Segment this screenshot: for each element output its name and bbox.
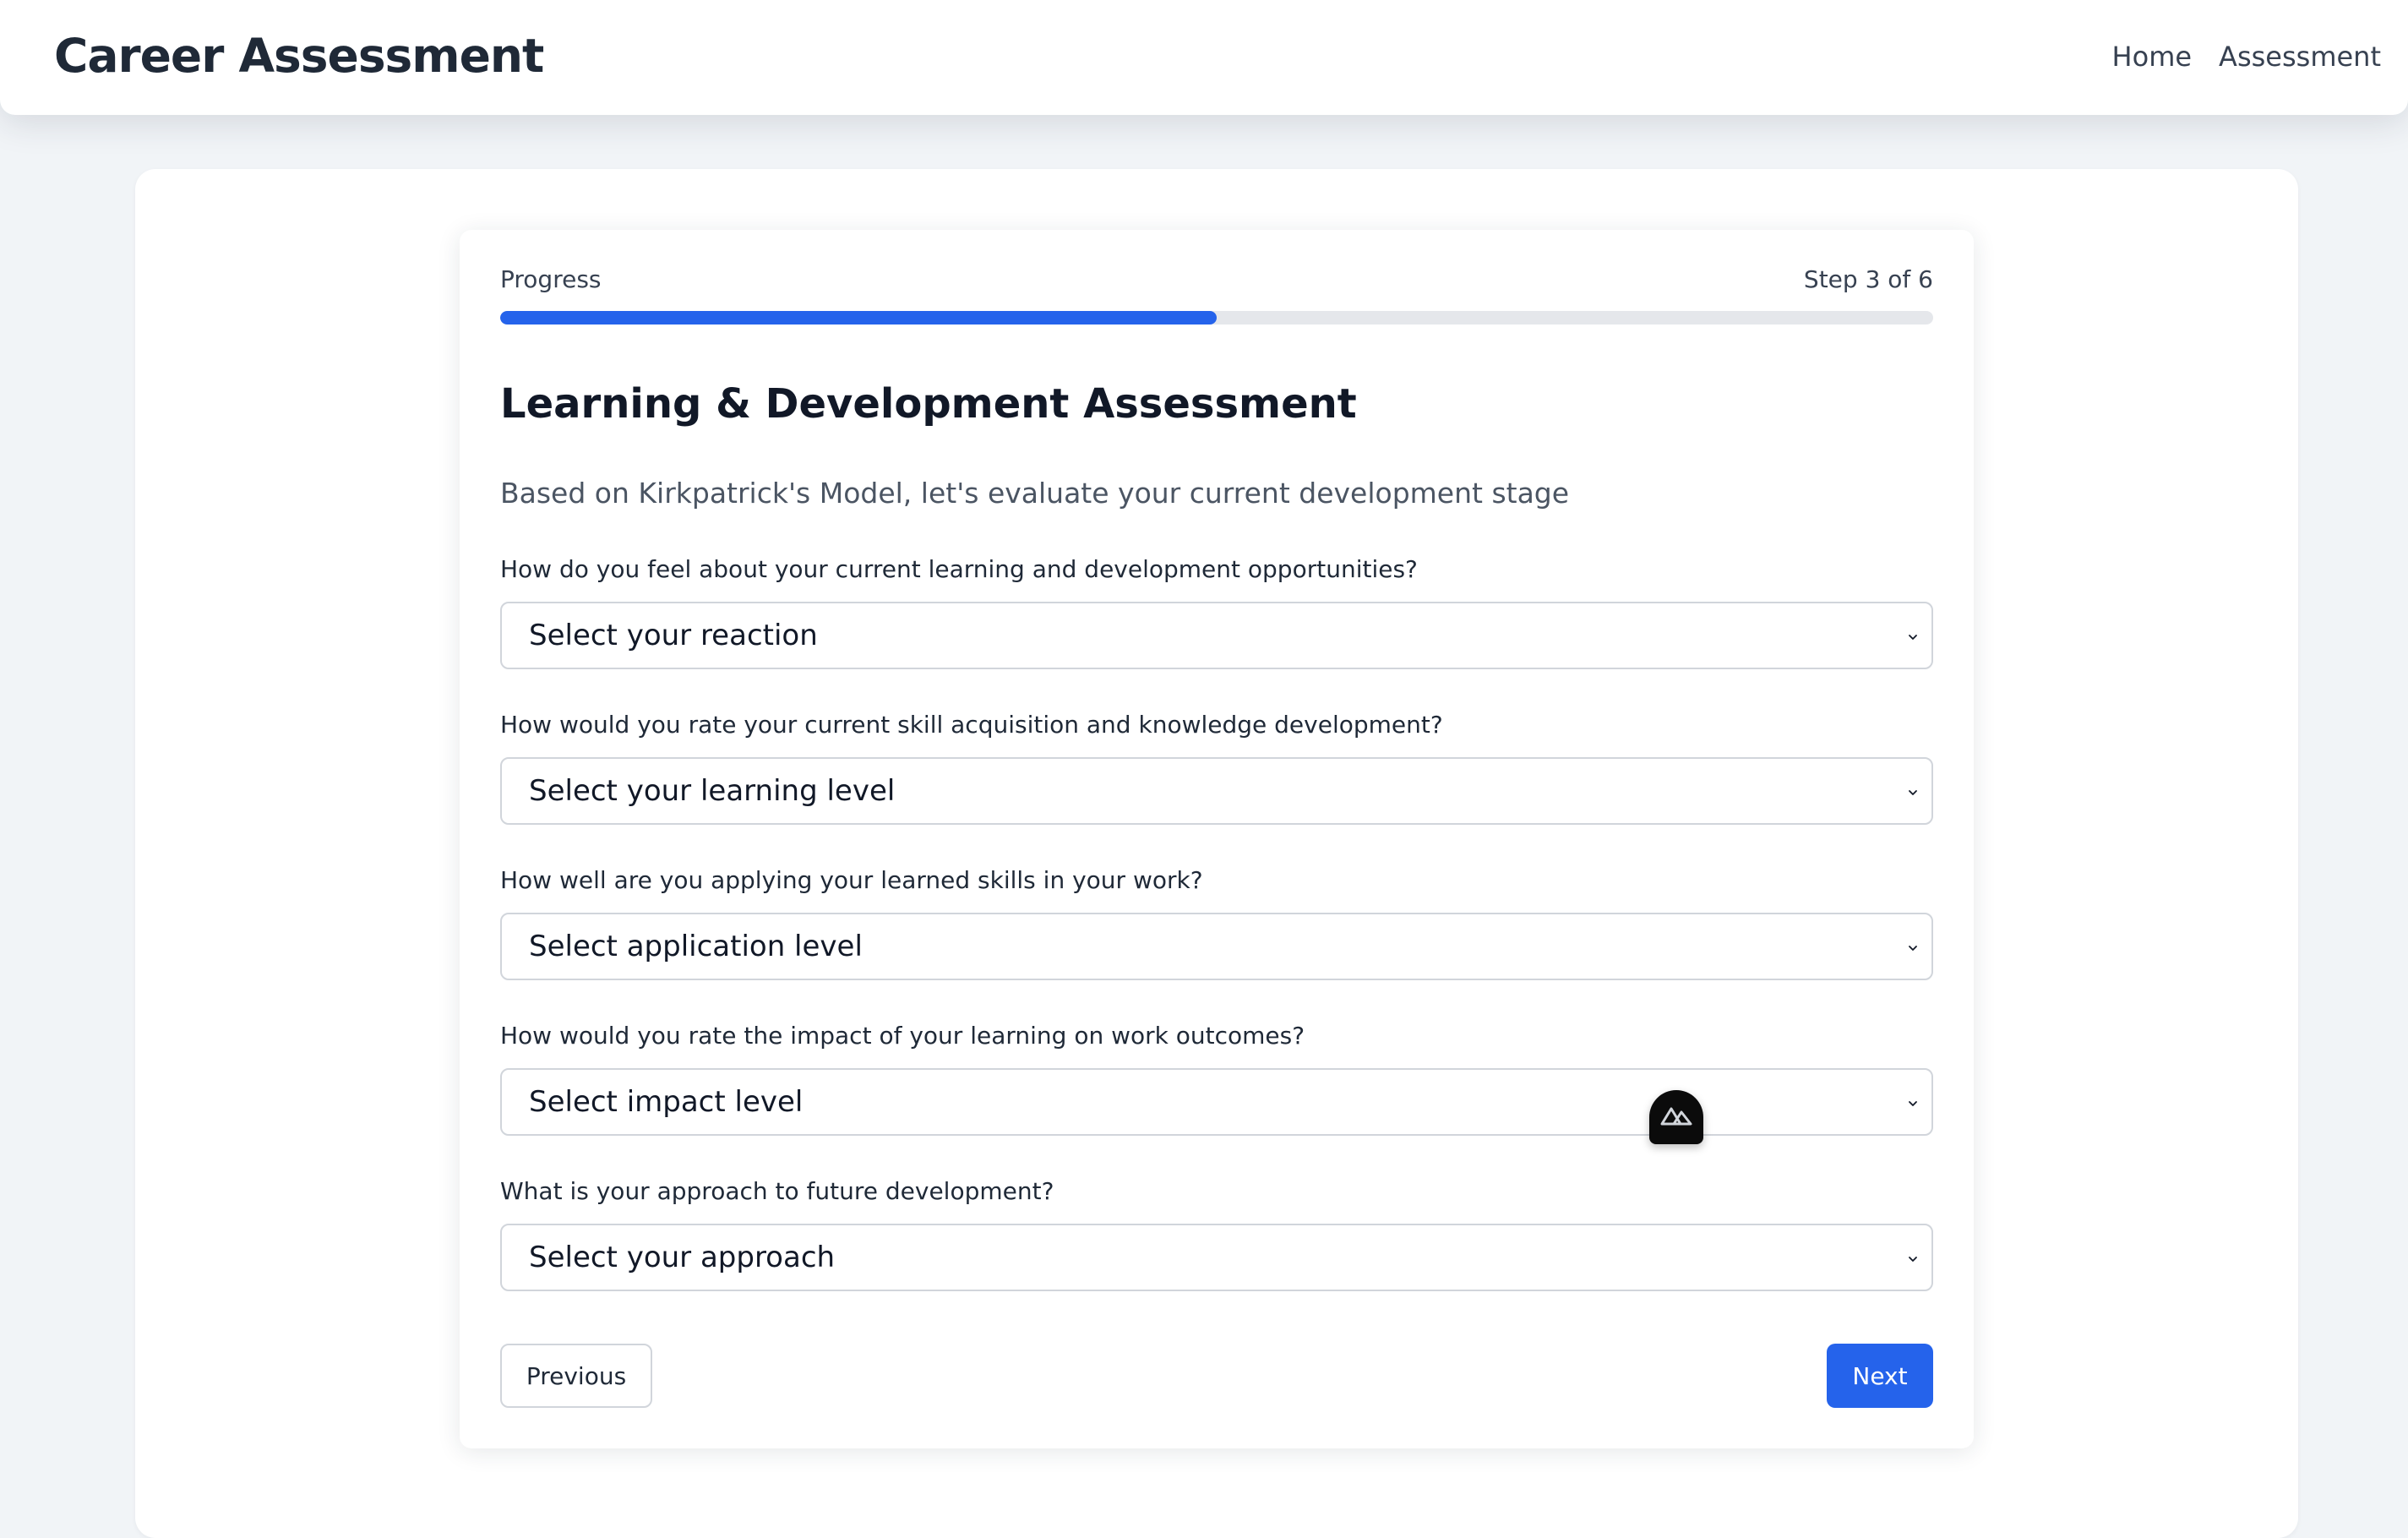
select-value: Select your reaction bbox=[529, 619, 818, 652]
assessment-form-card: Progress Step 3 of 6 Learning & Developm… bbox=[460, 230, 1974, 1448]
application-level-select[interactable]: Select application level bbox=[500, 913, 1933, 980]
question-learning: How would you rate your current skill ac… bbox=[500, 708, 1933, 825]
form-title: Learning & Development Assessment bbox=[500, 380, 1357, 428]
question-label: How do you feel about your current learn… bbox=[500, 555, 1418, 583]
next-button[interactable]: Next bbox=[1827, 1344, 1933, 1408]
app-title[interactable]: Career Assessment bbox=[54, 29, 544, 83]
question-approach: What is your approach to future developm… bbox=[500, 1175, 1933, 1291]
nav-link-assessment[interactable]: Assessment bbox=[2219, 41, 2381, 73]
main-nav: Home Assessment bbox=[2112, 41, 2381, 73]
question-reaction: How do you feel about your current learn… bbox=[500, 553, 1933, 669]
form-subtitle: Based on Kirkpatrick's Model, let's eval… bbox=[500, 477, 1570, 510]
progress-step-text: Step 3 of 6 bbox=[1803, 265, 1933, 293]
impact-level-select[interactable]: Select impact level bbox=[500, 1068, 1933, 1136]
select-value: Select your approach bbox=[529, 1241, 836, 1274]
chevron-down-icon bbox=[1909, 1257, 1917, 1262]
question-label: How well are you applying your learned s… bbox=[500, 866, 1203, 894]
select-value: Select impact level bbox=[529, 1085, 804, 1119]
select-value: Select your learning level bbox=[529, 774, 896, 808]
mountain-logo-icon bbox=[1660, 1107, 1692, 1126]
question-application: How well are you applying your learned s… bbox=[500, 864, 1933, 980]
question-label: How would you rate your current skill ac… bbox=[500, 711, 1443, 739]
top-navbar: Career Assessment Home Assessment bbox=[0, 0, 2408, 115]
chevron-down-icon bbox=[1909, 1101, 1917, 1106]
question-label: How would you rate the impact of your le… bbox=[500, 1022, 1305, 1050]
progress-header: Progress Step 3 of 6 bbox=[500, 265, 1933, 293]
learning-level-select[interactable]: Select your learning level bbox=[500, 757, 1933, 825]
chevron-down-icon bbox=[1909, 946, 1917, 951]
nav-link-home[interactable]: Home bbox=[2112, 41, 2193, 73]
select-value: Select application level bbox=[529, 930, 863, 963]
chevron-down-icon bbox=[1909, 790, 1917, 795]
reaction-select[interactable]: Select your reaction bbox=[500, 602, 1933, 669]
question-label: What is your approach to future developm… bbox=[500, 1177, 1054, 1205]
chevron-down-icon bbox=[1909, 635, 1917, 640]
progress-label: Progress bbox=[500, 265, 602, 293]
devtools-badge[interactable] bbox=[1649, 1090, 1703, 1144]
previous-button[interactable]: Previous bbox=[500, 1344, 652, 1408]
progress-bar-fill bbox=[500, 311, 1217, 325]
question-impact: How would you rate the impact of your le… bbox=[500, 1019, 1933, 1136]
progress-bar bbox=[500, 311, 1933, 325]
approach-select[interactable]: Select your approach bbox=[500, 1224, 1933, 1291]
